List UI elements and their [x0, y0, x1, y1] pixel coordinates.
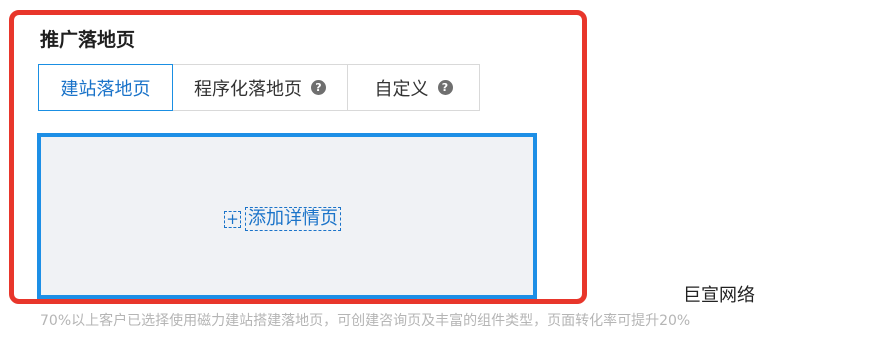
section-title: 推广落地页: [40, 29, 136, 51]
tab-label: 程序化落地页: [194, 78, 302, 100]
page: 推广落地页 建站落地页 程序化落地页 ? 自定义 ? + 添加详情页 巨宣网络 …: [0, 0, 870, 340]
question-circle-icon[interactable]: ?: [311, 80, 326, 95]
footer-note: 70%以上客户已选择使用磁力建站搭建落地页，可创建咨询页及丰富的组件类型，页面转…: [40, 313, 691, 329]
landing-page-tabs: 建站落地页 程序化落地页 ? 自定义 ?: [38, 64, 480, 111]
add-detail-page-label: 添加详情页: [245, 207, 341, 231]
tab-label: 自定义: [374, 78, 429, 100]
tab-programmatic-landing-page[interactable]: 程序化落地页 ?: [173, 64, 348, 111]
watermark: 巨宣网络: [683, 285, 755, 306]
tab-label: 建站落地页: [60, 78, 151, 100]
add-detail-page-button[interactable]: + 添加详情页: [224, 207, 341, 231]
plus-icon: +: [224, 210, 241, 228]
tab-custom[interactable]: 自定义 ?: [348, 64, 480, 111]
tab-site-landing-page[interactable]: 建站落地页: [38, 64, 173, 111]
detail-page-area: + 添加详情页: [37, 133, 537, 299]
question-circle-icon[interactable]: ?: [437, 80, 453, 95]
